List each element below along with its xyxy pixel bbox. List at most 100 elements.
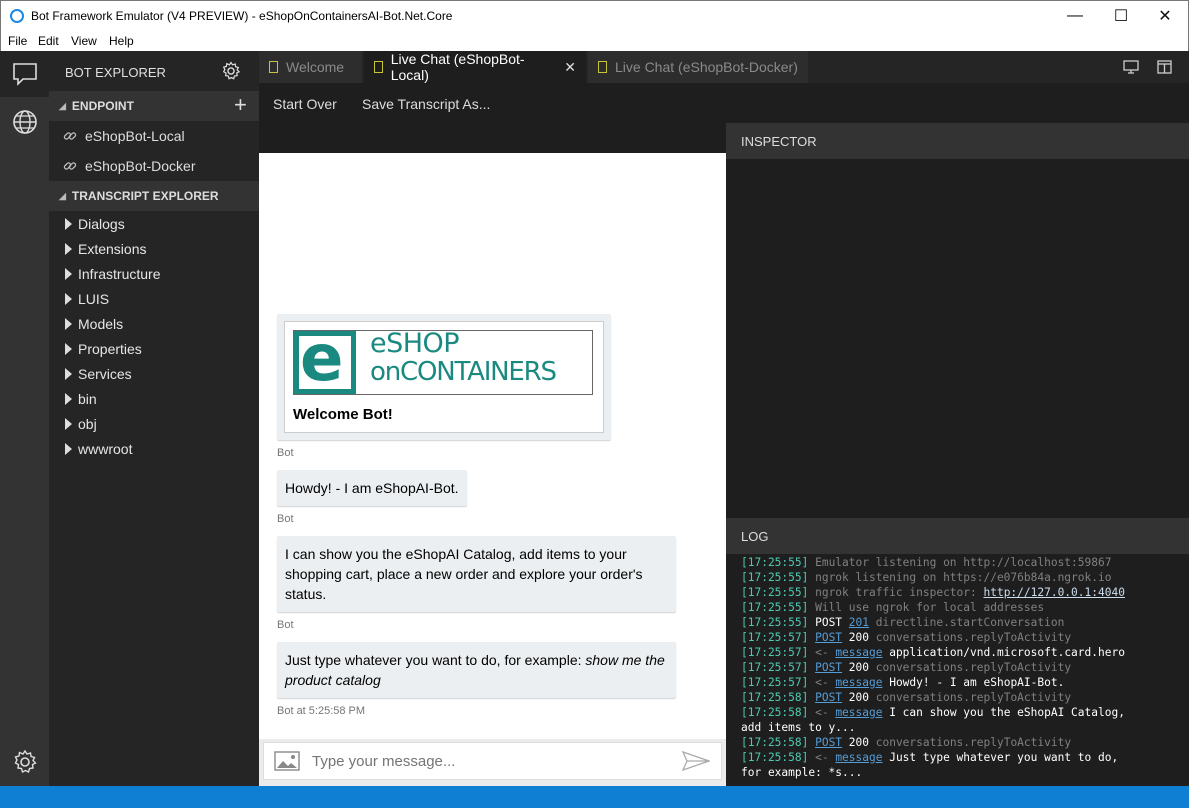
folder-label: wwwroot bbox=[78, 441, 133, 457]
log-text: application/vnd.microsoft.card.hero bbox=[882, 646, 1125, 659]
transcript-section-label: TRANSCRIPT EXPLORER bbox=[71, 189, 219, 203]
endpoint-section-label: ENDPOINT bbox=[71, 99, 134, 113]
window-title: Bot Framework Emulator (V4 PREVIEW) - eS… bbox=[31, 9, 453, 23]
endpoint-item-local[interactable]: eShopBot-Local bbox=[63, 128, 185, 144]
folder-item-infrastructure[interactable]: Infrastructure bbox=[65, 266, 160, 282]
expand-caret-icon bbox=[65, 418, 72, 430]
nav-services-button[interactable] bbox=[0, 99, 49, 145]
log-text: conversations.replyToActivity bbox=[875, 691, 1072, 704]
tab-label: Welcome bbox=[286, 59, 345, 75]
message-input[interactable] bbox=[312, 747, 672, 775]
log-link[interactable]: 201 bbox=[849, 616, 869, 629]
message-text: Howdy! - I am eShopAI-Bot. bbox=[285, 480, 459, 496]
log-timestamp: [17:25:55] bbox=[741, 586, 816, 599]
menu-help[interactable]: Help bbox=[109, 34, 134, 48]
send-button[interactable] bbox=[681, 750, 711, 774]
log-line: [17:25:58] <- message Just type whatever… bbox=[741, 750, 1189, 765]
endpoint-label: eShopBot-Docker bbox=[85, 158, 196, 174]
split-view-button[interactable] bbox=[1157, 60, 1172, 77]
log-link[interactable]: http://127.0.0.1:4040 bbox=[983, 586, 1124, 599]
title-bar: Bot Framework Emulator (V4 PREVIEW) - eS… bbox=[0, 0, 1189, 31]
expand-caret-icon bbox=[65, 268, 72, 280]
folder-item-bin[interactable]: bin bbox=[65, 391, 97, 407]
log-text: ngrok traffic inspector: bbox=[815, 586, 984, 599]
message-input-bar bbox=[263, 742, 722, 780]
log-text: 200 bbox=[842, 631, 876, 644]
log-text: Howdy! - I am eShopAI-Bot. bbox=[882, 676, 1065, 689]
minimize-button[interactable]: — bbox=[1052, 1, 1098, 31]
folder-item-luis[interactable]: LUIS bbox=[65, 291, 109, 307]
log-link[interactable]: POST bbox=[815, 661, 842, 674]
folder-item-models[interactable]: Models bbox=[65, 316, 123, 332]
log-timestamp: [17:25:57] bbox=[741, 631, 816, 644]
endpoint-section-header[interactable]: ◢ ENDPOINT bbox=[49, 91, 259, 121]
tab-live-chat-docker[interactable]: Live Chat (eShopBot-Docker) bbox=[588, 51, 808, 83]
log-text: conversations.replyToActivity bbox=[875, 736, 1072, 749]
log-text: <- bbox=[815, 706, 836, 719]
log-link[interactable]: message bbox=[835, 751, 882, 764]
log-timestamp: [17:25:55] bbox=[741, 616, 816, 629]
log-link[interactable]: POST bbox=[815, 631, 842, 644]
presentation-mode-button[interactable] bbox=[1123, 60, 1139, 77]
folder-item-extensions[interactable]: Extensions bbox=[65, 241, 146, 257]
log-line: [17:25:57] POST 200 conversations.replyT… bbox=[741, 630, 1189, 645]
add-endpoint-button[interactable]: + bbox=[234, 94, 247, 116]
menu-view[interactable]: View bbox=[71, 34, 97, 48]
chat-icon bbox=[12, 63, 37, 86]
message-text: I can show you the eShopAI Catalog, add … bbox=[285, 546, 643, 602]
log-text: ngrok listening on https://e076b84a.ngro… bbox=[815, 571, 1112, 584]
tab-live-chat-local[interactable]: Live Chat (eShopBot-Local) ✕ bbox=[364, 51, 586, 83]
folder-label: Services bbox=[78, 366, 132, 382]
send-icon bbox=[681, 750, 711, 772]
log-link[interactable]: POST bbox=[815, 691, 842, 704]
log-text: 200 bbox=[842, 691, 876, 704]
start-over-button[interactable]: Start Over bbox=[273, 96, 337, 112]
log-text: Will use ngrok for local addresses bbox=[815, 601, 1045, 614]
menu-file[interactable]: File bbox=[8, 34, 27, 48]
monitor-icon bbox=[1123, 60, 1139, 74]
tab-bar: Welcome Live Chat (eShopBot-Local) ✕ Liv… bbox=[259, 51, 1189, 83]
expand-caret-icon bbox=[65, 293, 72, 305]
folder-item-services[interactable]: Services bbox=[65, 366, 132, 382]
logo-line2: onCONTAINERS bbox=[370, 357, 557, 387]
save-transcript-button[interactable]: Save Transcript As... bbox=[362, 96, 490, 112]
nav-settings-button[interactable] bbox=[0, 739, 49, 785]
folder-label: LUIS bbox=[78, 291, 110, 307]
nav-bot-explorer-button[interactable] bbox=[0, 51, 49, 97]
collapse-triangle-icon: ◢ bbox=[59, 190, 66, 201]
folder-item-properties[interactable]: Properties bbox=[65, 341, 142, 357]
close-window-button[interactable]: ✕ bbox=[1142, 1, 1188, 31]
expand-caret-icon bbox=[65, 368, 72, 380]
folder-item-wwwroot[interactable]: wwwroot bbox=[65, 441, 132, 457]
log-text: 200 bbox=[842, 661, 876, 674]
log-timestamp: [17:25:58] bbox=[741, 691, 816, 704]
close-tab-icon[interactable]: ✕ bbox=[564, 59, 576, 76]
log-text: Emulator listening on http://localhost:5… bbox=[815, 556, 1112, 569]
explorer-settings-button[interactable] bbox=[221, 61, 241, 84]
log-link[interactable]: message bbox=[835, 706, 882, 719]
log-link[interactable]: message bbox=[835, 676, 882, 689]
log-link[interactable]: message bbox=[835, 646, 882, 659]
tab-welcome[interactable]: Welcome bbox=[259, 51, 362, 83]
log-line: [17:25:57] <- message application/vnd.mi… bbox=[741, 645, 1189, 660]
hero-card[interactable]: e eSHOP onCONTAINERS Welcome Bot! bbox=[277, 314, 611, 440]
upload-image-button[interactable] bbox=[274, 751, 300, 774]
eshop-logo: e eSHOP onCONTAINERS bbox=[293, 327, 593, 395]
menu-edit[interactable]: Edit bbox=[38, 34, 59, 48]
message-sender: Bot bbox=[277, 513, 294, 525]
message-bubble: I can show you the eShopAI Catalog, add … bbox=[277, 536, 676, 612]
log-link[interactable]: POST bbox=[815, 736, 842, 749]
endpoint-label: eShopBot-Local bbox=[85, 128, 185, 144]
bot-explorer-title: BOT EXPLORER bbox=[65, 65, 166, 80]
endpoint-item-docker[interactable]: eShopBot-Docker bbox=[63, 158, 196, 174]
hero-card-title: Welcome Bot! bbox=[293, 406, 393, 423]
log-timestamp: [17:25:57] bbox=[741, 676, 816, 689]
maximize-button[interactable]: ☐ bbox=[1098, 1, 1144, 31]
log-line: add items to y... bbox=[741, 720, 1189, 735]
transcript-section-header[interactable]: ◢ TRANSCRIPT EXPLORER bbox=[49, 181, 259, 211]
folder-item-dialogs[interactable]: Dialogs bbox=[65, 216, 125, 232]
folder-item-obj[interactable]: obj bbox=[65, 416, 97, 432]
log-text: POST bbox=[815, 616, 849, 629]
log-timestamp: [17:25:55] bbox=[741, 571, 816, 584]
inspector-body bbox=[726, 159, 1189, 518]
